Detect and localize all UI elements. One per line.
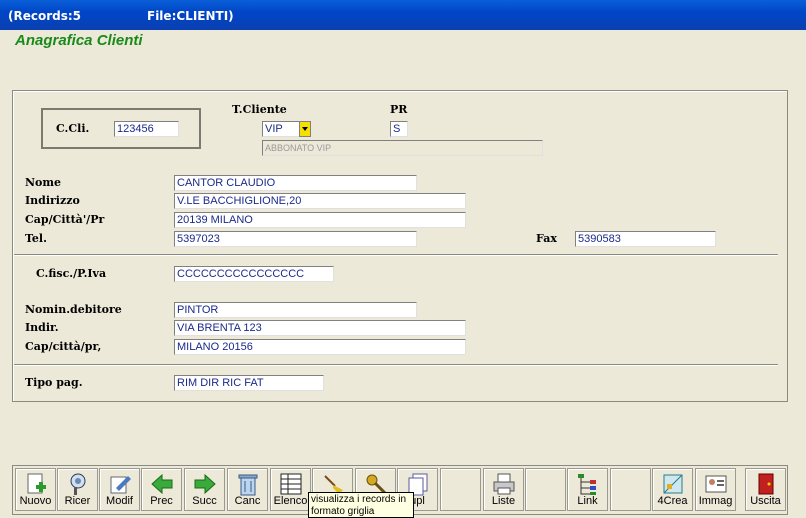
indir-field[interactable]: VIA BRENTA 123 (174, 320, 466, 336)
pr-label: PR (390, 103, 408, 116)
nuovo-label: Nuovo (19, 495, 52, 507)
nome-label: Nome (25, 176, 62, 189)
succ-label: Succ (192, 495, 217, 507)
uscita-label: Uscita (750, 495, 781, 507)
tcliente-select[interactable]: VIP (262, 121, 300, 137)
capcitta-label: Cap/città/pr, (25, 340, 102, 353)
nuovo-button[interactable]: Nuovo (15, 468, 56, 511)
liste-button[interactable]: Liste (483, 468, 524, 511)
uscita-button[interactable]: Uscita (745, 468, 786, 511)
indirizzo-label: Indirizzo (25, 194, 80, 207)
tel-field[interactable]: 5397023 (174, 231, 417, 247)
pr-field[interactable]: S (390, 121, 408, 137)
immag-label: Immag (698, 495, 733, 507)
tree-icon (578, 474, 596, 495)
cap-field[interactable]: 20139 MILANO (174, 212, 466, 228)
elenco-button[interactable]: Elenco (270, 468, 311, 511)
grid-icon (280, 473, 302, 495)
nome-field[interactable]: CANTOR CLAUDIO (174, 175, 417, 191)
prec-label: Prec (150, 495, 173, 507)
file-name: File:CLIENTI) (147, 9, 234, 23)
tooltip: visualizza i records in formato griglia (308, 492, 414, 518)
exit-door-icon (758, 473, 774, 495)
title-bar: (Records:5 File:CLIENTI) (0, 0, 806, 30)
records-count: (Records:5 (8, 9, 82, 23)
capcitta-field[interactable]: MILANO 20156 (174, 339, 466, 355)
crea-button[interactable]: 4Crea (652, 468, 693, 511)
cfisc-field[interactable]: CCCCCCCCCCCCCCCC (174, 266, 334, 282)
tcliente-label: T.Cliente (232, 103, 287, 116)
ricer-button[interactable]: Ricer (57, 468, 98, 511)
prec-button[interactable]: Prec (141, 468, 182, 511)
divider (14, 364, 778, 366)
new-document-icon (27, 473, 46, 494)
fax-field[interactable]: 5390583 (575, 231, 716, 247)
arrow-right-icon (194, 473, 216, 495)
crea-label: 4Crea (657, 495, 688, 507)
modif-button[interactable]: Modif (99, 468, 140, 511)
tipopag-field[interactable]: RIM DIR RIC FAT (174, 375, 324, 391)
id-card-icon (705, 475, 727, 493)
printer-icon (493, 473, 515, 495)
ccli-field[interactable]: 123456 (114, 121, 179, 137)
arrow-left-icon (151, 473, 173, 495)
tcliente-dropdown-icon[interactable] (299, 121, 311, 137)
immag-button[interactable]: Immag (695, 468, 736, 511)
fax-label: Fax (536, 232, 557, 245)
empty-button[interactable] (440, 468, 481, 511)
liste-label: Liste (491, 495, 516, 507)
indirizzo-field[interactable]: V.LE BACCHIGLIONE,20 (174, 193, 466, 209)
link-label: Link (577, 495, 598, 507)
nomin-field[interactable]: PINTOR (174, 302, 417, 318)
indir-label: Indir. (25, 321, 59, 334)
cfisc-label: C.fisc./P.Iva (36, 267, 107, 280)
succ-button[interactable]: Succ (184, 468, 225, 511)
tipopag-label: Tipo pag. (25, 376, 83, 389)
form-title: Anagrafica Clienti (15, 32, 143, 49)
canc-label: Canc (234, 495, 261, 507)
nomin-label: Nomin.debitore (25, 303, 122, 316)
edit-icon (110, 476, 131, 494)
modif-label: Modif (106, 495, 133, 507)
trash-icon (238, 474, 258, 496)
create-icon (663, 474, 683, 494)
tcliente-description: ABBONATO VIP (262, 140, 543, 156)
empty-button[interactable] (525, 468, 566, 511)
link-button[interactable]: Link (567, 468, 608, 511)
empty-button[interactable] (610, 468, 651, 511)
tel-label: Tel. (25, 232, 47, 245)
search-icon (70, 473, 86, 495)
divider (14, 254, 778, 256)
ricer-label: Ricer (64, 495, 91, 507)
cap-label: Cap/Città'/Pr (25, 213, 105, 226)
ccli-label: C.Cli. (56, 122, 90, 135)
canc-button[interactable]: Canc (227, 468, 268, 511)
elenco-label: Elenco (273, 495, 308, 507)
